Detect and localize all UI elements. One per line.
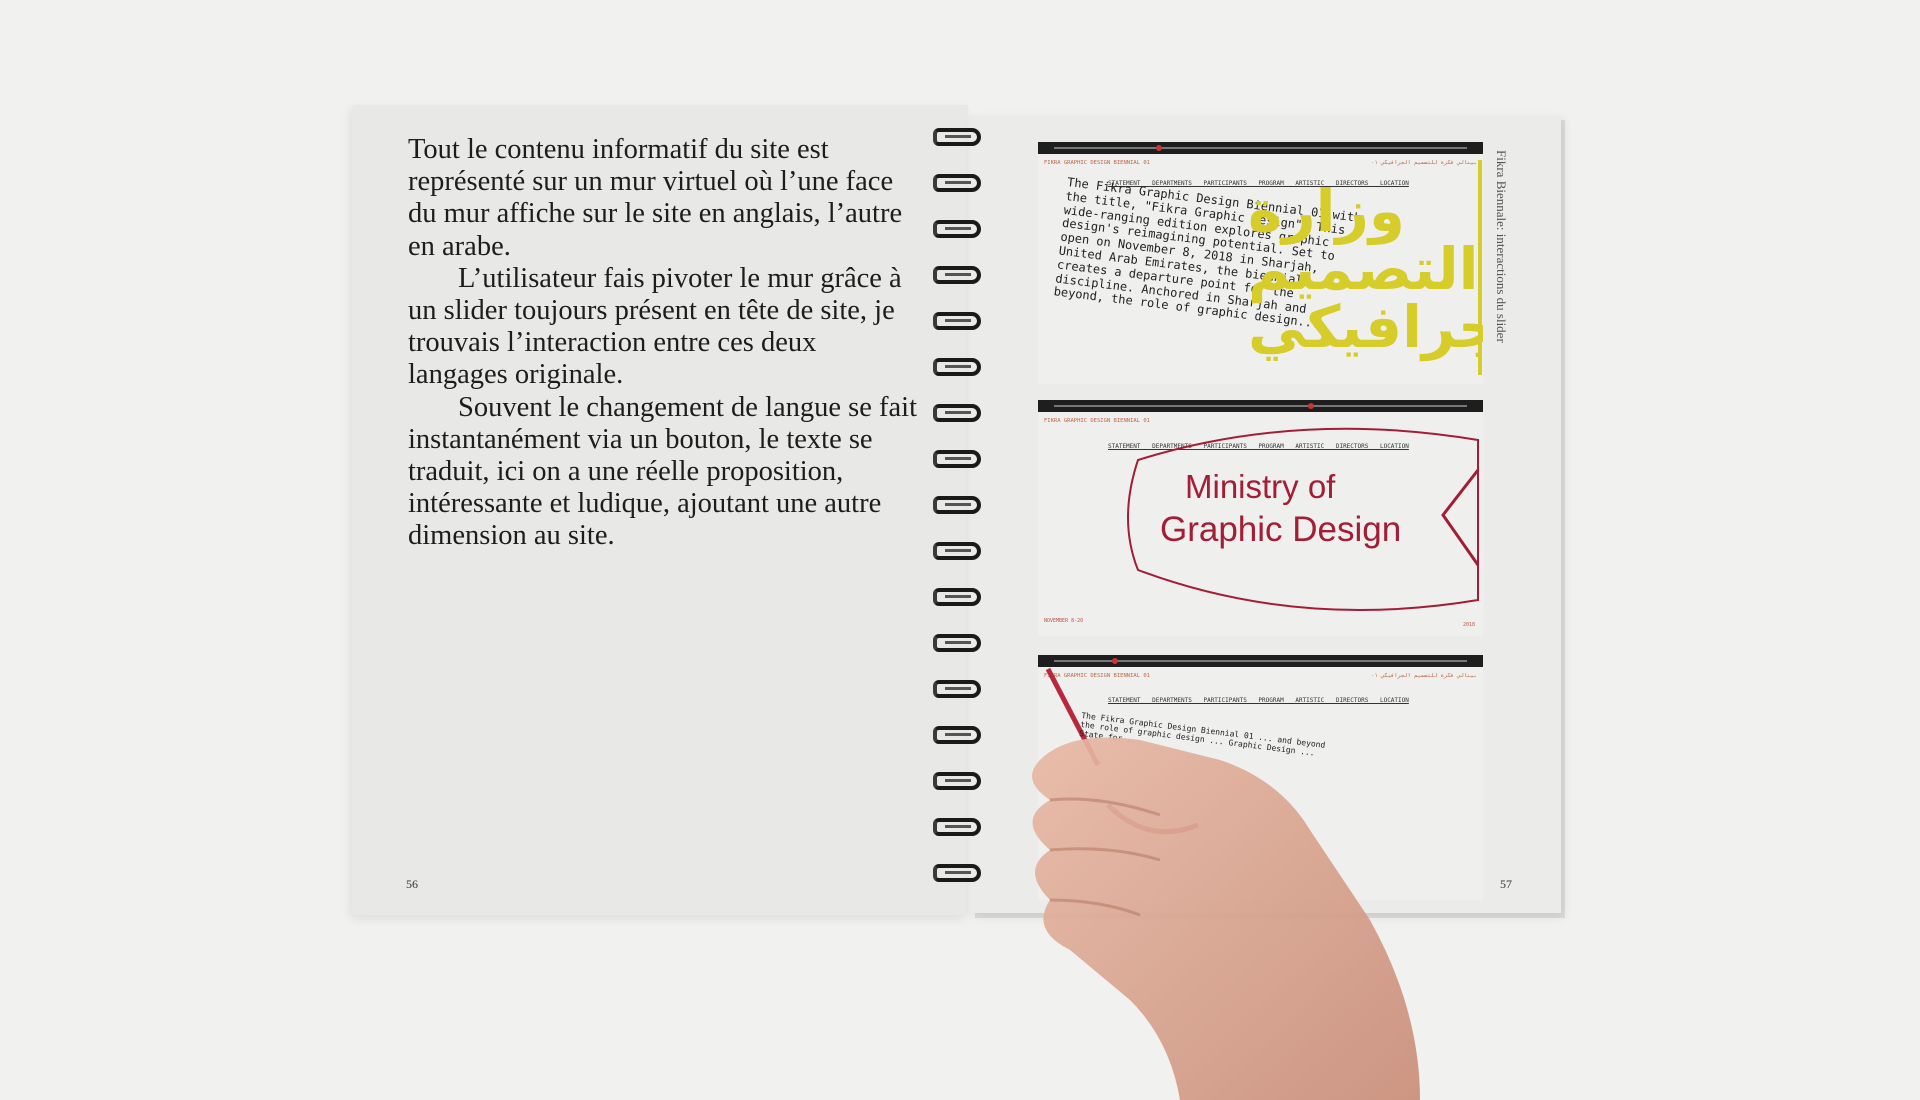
paragraph-1: Tout le contenu informatif du site est r… <box>408 134 903 262</box>
spiral-coil <box>933 128 981 146</box>
spiral-coil <box>933 542 981 560</box>
yellow-rule <box>1478 160 1482 375</box>
website-screenshot-2: FIKRA GRAPHIC DESIGN BIENNIAL 01 STATEME… <box>1038 400 1483 636</box>
paragraph-2: L’utilisateur fais pivoter le mur grâce … <box>408 262 902 391</box>
spiral-coil <box>933 404 981 422</box>
spiral-coil <box>933 312 981 330</box>
spiral-coil <box>933 588 981 606</box>
ministry-title-line2: Graphic Design <box>1160 510 1402 549</box>
hand-photo <box>1032 737 1420 1100</box>
site-header-left: FIKRA GRAPHIC DESIGN BIENNIAL 01 <box>1044 160 1150 166</box>
spiral-coil <box>933 680 981 698</box>
arabic-title: وزارة التصميم الجرافيكي <box>1248 177 1483 361</box>
site-header: FIKRA GRAPHIC DESIGN BIENNIAL 01 بينالي … <box>1044 160 1477 166</box>
right-page-number: 57 <box>1500 877 1512 891</box>
open-spiral-book: Tout le contenu informatif du site est r… <box>0 0 1920 1100</box>
side-running-title: Fikra Biennale: interactions du slider <box>1494 150 1509 343</box>
site-header-right: بينالي فكرة للتصميم الجرافيكي ٠١ <box>1371 160 1477 166</box>
left-page-number: 56 <box>406 877 418 891</box>
left-page-text: Tout le contenu informatif du site est r… <box>408 134 918 553</box>
spiral-coil <box>933 496 981 514</box>
spiral-coil <box>933 266 981 284</box>
website-screenshot-1: FIKRA GRAPHIC DESIGN BIENNIAL 01 بينالي … <box>1038 142 1483 384</box>
spiral-coil <box>933 634 981 652</box>
event-year: 2018 <box>1462 622 1475 628</box>
spiral-coil <box>933 174 981 192</box>
spiral-coil <box>933 818 981 836</box>
event-date: NOVEMBER 8-20 <box>1044 618 1084 624</box>
spiral-binding <box>925 128 995 888</box>
spiral-coil <box>933 450 981 468</box>
spiral-coil <box>933 220 981 238</box>
spiral-coil <box>933 772 981 790</box>
spiral-coil <box>933 358 981 376</box>
paragraph-3: Souvent le changement de langue se fait … <box>408 391 918 552</box>
slider-bar <box>1038 142 1483 154</box>
spiral-coil <box>933 726 981 744</box>
spiral-coil <box>933 864 981 882</box>
ministry-title-line1: Ministry of <box>1185 468 1336 505</box>
slider-knob <box>1156 145 1162 151</box>
